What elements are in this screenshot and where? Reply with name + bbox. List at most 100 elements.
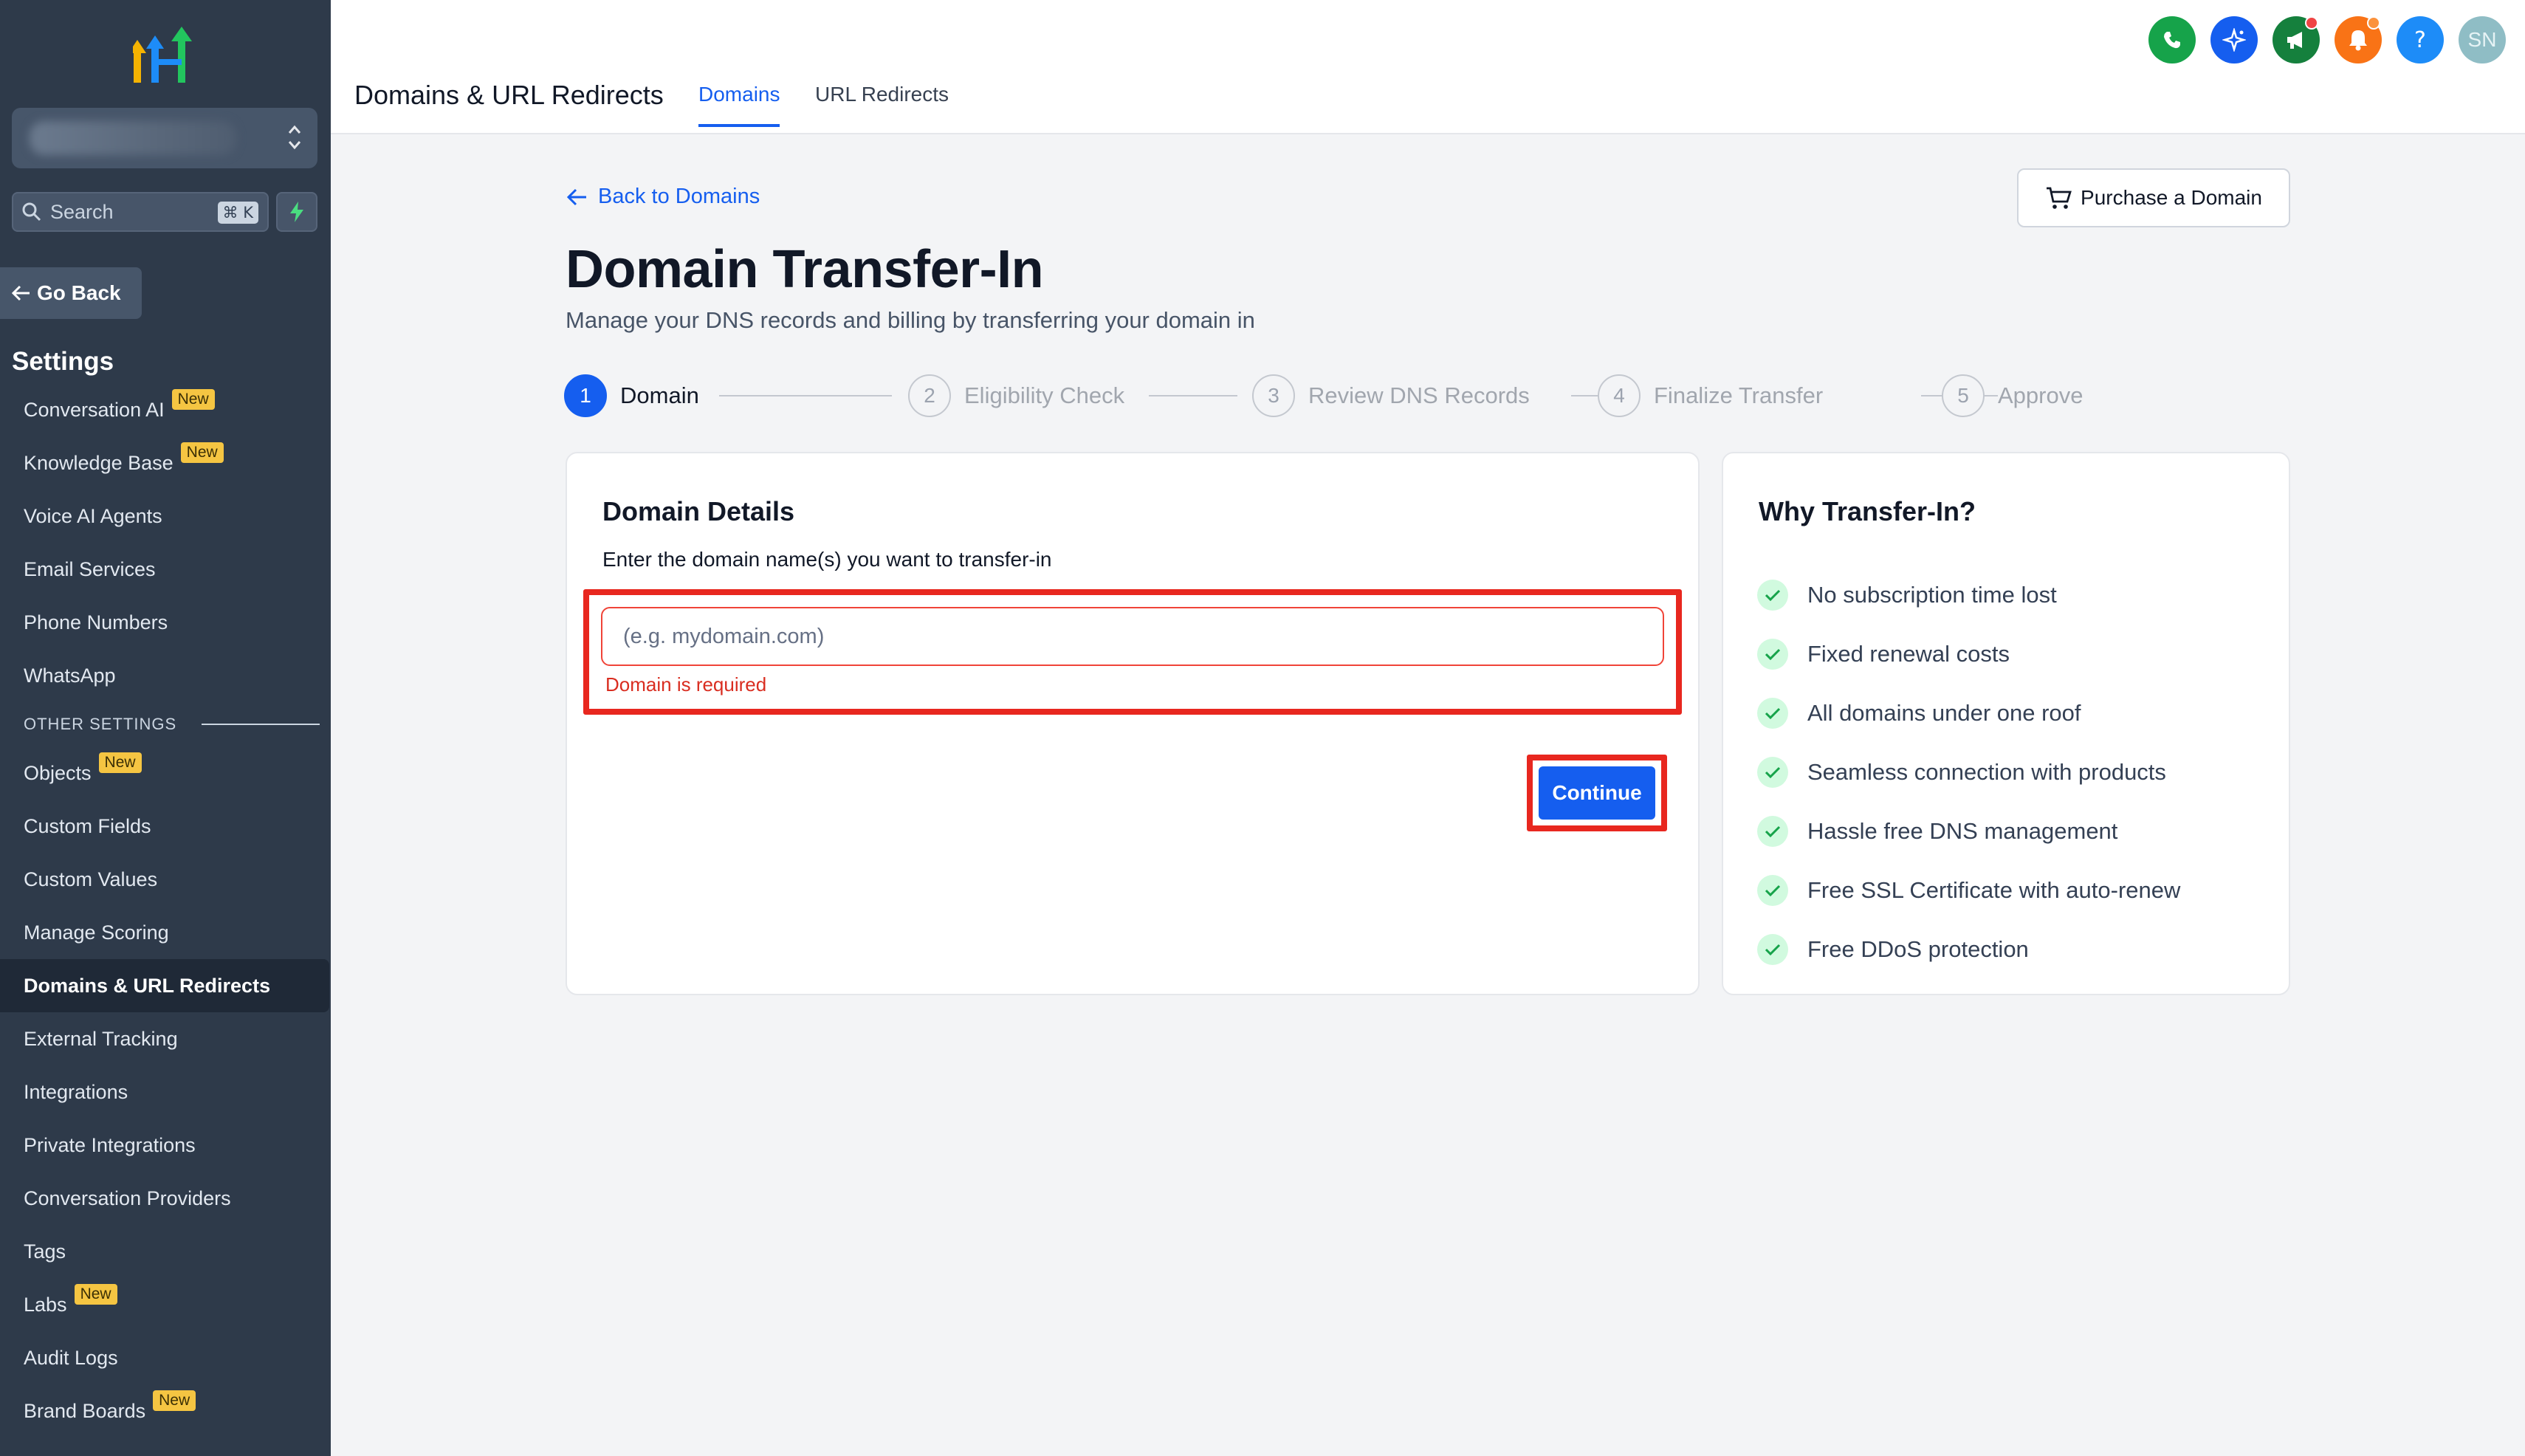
benefit-text: All domains under one roof [1807, 700, 2081, 726]
announcements-button[interactable] [2272, 16, 2320, 63]
step-label: Approve [1998, 382, 2083, 408]
sidebar-item-external-tracking[interactable]: External Tracking [0, 1012, 331, 1065]
back-link-label: Back to Domains [598, 185, 760, 208]
sidebar: Search ⌘ K Go Back Settings Conversation… [0, 0, 331, 1456]
phone-button[interactable] [2148, 16, 2196, 63]
sidebar-item-brand-boards[interactable]: Brand Boards New [0, 1384, 331, 1438]
arrow-left-icon [11, 285, 30, 301]
help-button[interactable]: ? [2397, 16, 2444, 63]
new-badge: New [74, 1284, 117, 1305]
step-review-dns-records[interactable]: 3 Review DNS Records [1252, 372, 1530, 419]
quick-action-button[interactable] [276, 192, 317, 232]
sidebar-item-conversation-providers[interactable]: Conversation Providers [0, 1172, 331, 1225]
step-label: Eligibility Check [964, 382, 1125, 408]
section-divider [202, 724, 320, 725]
check-circle-icon [1757, 875, 1788, 906]
sidebar-item-objects[interactable]: Objects New [0, 746, 331, 800]
continue-button[interactable]: Continue [1539, 766, 1655, 820]
sidebar-item-label: Conversation AI [24, 398, 165, 421]
domain-error-message: Domain is required [605, 673, 767, 696]
avatar[interactable]: SN [2459, 16, 2506, 63]
arrow-left-icon [566, 188, 586, 205]
ai-assistant-button[interactable] [2210, 16, 2258, 63]
main-content: Back to Domains Purchase a Domain Domain… [331, 136, 2525, 1456]
sidebar-search[interactable]: Search ⌘ K [12, 192, 269, 232]
step-label: Finalize Transfer [1654, 382, 1824, 408]
list-item: Seamless connection with products [1757, 743, 2180, 802]
top-icons: ? SN [2148, 16, 2506, 63]
benefit-text: Hassle free DNS management [1807, 818, 2118, 844]
step-approve[interactable]: 5 Approve [1942, 372, 2083, 419]
benefit-text: Free SSL Certificate with auto-renew [1807, 877, 2181, 903]
brand-logo[interactable] [133, 25, 199, 84]
purchase-domain-button[interactable]: Purchase a Domain [2017, 168, 2290, 227]
sidebar-item-phone-numbers[interactable]: Phone Numbers [0, 596, 331, 649]
sidebar-item-manage-scoring[interactable]: Manage Scoring [0, 906, 331, 959]
sidebar-item-domains-url-redirects[interactable]: Domains & URL Redirects [0, 959, 329, 1012]
account-name-blurred [30, 121, 236, 155]
benefit-text: Fixed renewal costs [1807, 641, 2010, 667]
tab-domains[interactable]: Domains [698, 83, 780, 127]
notifications-button[interactable] [2335, 16, 2382, 63]
domain-details-card: Domain Details Enter the domain name(s) … [566, 452, 1700, 995]
megaphone-icon [2287, 32, 2302, 49]
sidebar-item-integrations[interactable]: Integrations [0, 1065, 331, 1119]
page-subtitle: Manage your DNS records and billing by t… [566, 307, 1255, 333]
step-finalize-transfer[interactable]: 4 Finalize Transfer [1598, 372, 1823, 419]
check-circle-icon [1757, 816, 1788, 847]
step-number: 1 [564, 374, 607, 417]
sidebar-item-label: WhatsApp [24, 664, 116, 687]
sidebar-item-custom-fields[interactable]: Custom Fields [0, 800, 331, 853]
sidebar-item-private-integrations[interactable]: Private Integrations [0, 1119, 331, 1172]
domain-name-input[interactable] [601, 607, 1664, 666]
nav-section-other-settings: OTHER SETTINGS [0, 702, 331, 746]
sidebar-item-tags[interactable]: Tags [0, 1225, 331, 1278]
sidebar-item-whatsapp[interactable]: WhatsApp [0, 649, 331, 702]
sidebar-item-label: Custom Values [24, 868, 158, 890]
lightning-icon [290, 202, 303, 222]
sidebar-item-knowledge-base[interactable]: Knowledge Base New [0, 436, 331, 490]
sidebar-item-label: Voice AI Agents [24, 504, 162, 527]
go-back-button[interactable]: Go Back [0, 267, 142, 319]
tab-url-redirects[interactable]: URL Redirects [815, 83, 949, 124]
step-number: 4 [1598, 374, 1641, 417]
sidebar-item-conversation-ai[interactable]: Conversation AI New [0, 383, 331, 436]
step-connector [1149, 395, 1237, 396]
new-badge: New [98, 752, 142, 773]
account-switcher[interactable] [12, 108, 317, 168]
sidebar-item-voice-ai-agents[interactable]: Voice AI Agents [0, 490, 331, 543]
search-shortcut: ⌘ K [217, 202, 258, 224]
search-icon [22, 202, 41, 222]
sidebar-item-audit-logs[interactable]: Audit Logs [0, 1331, 331, 1384]
step-eligibility-check[interactable]: 2 Eligibility Check [908, 372, 1124, 419]
phone-icon [2164, 32, 2180, 49]
check-circle-icon [1757, 757, 1788, 788]
benefit-text: No subscription time lost [1807, 582, 2057, 608]
notification-dot [2367, 16, 2380, 30]
new-badge: New [180, 442, 224, 463]
sidebar-item-label: Knowledge Base [24, 451, 174, 474]
sidebar-item-label: Phone Numbers [24, 611, 168, 633]
sidebar-item-email-services[interactable]: Email Services [0, 543, 331, 596]
card-title: Domain Details [602, 496, 795, 526]
cart-icon [2047, 187, 2072, 209]
sidebar-item-label: Tags [24, 1240, 66, 1263]
top-bar: Domains & URL Redirects Domains URL Redi… [331, 0, 2525, 134]
search-placeholder: Search [50, 200, 114, 223]
notification-dot [2305, 16, 2318, 30]
sidebar-item-label: Brand Boards [24, 1399, 146, 1422]
list-item: No subscription time lost [1757, 566, 2180, 625]
sidebar-item-label: Domains & URL Redirects [24, 974, 271, 997]
sidebar-item-custom-values[interactable]: Custom Values [0, 853, 331, 906]
chevron-up-down-icon [288, 125, 301, 150]
step-connector [719, 395, 892, 396]
sidebar-item-label: Private Integrations [24, 1133, 196, 1156]
sidebar-item-label: Email Services [24, 557, 156, 580]
card-title: Why Transfer-In? [1759, 496, 1976, 526]
back-to-domains-link[interactable]: Back to Domains [566, 185, 760, 209]
section-label: OTHER SETTINGS [24, 715, 177, 733]
list-item: Fixed renewal costs [1757, 625, 2180, 684]
step-domain[interactable]: 1 Domain [564, 372, 699, 419]
benefit-text: Free DDoS protection [1807, 936, 2029, 962]
sidebar-item-labs[interactable]: Labs New [0, 1278, 331, 1331]
